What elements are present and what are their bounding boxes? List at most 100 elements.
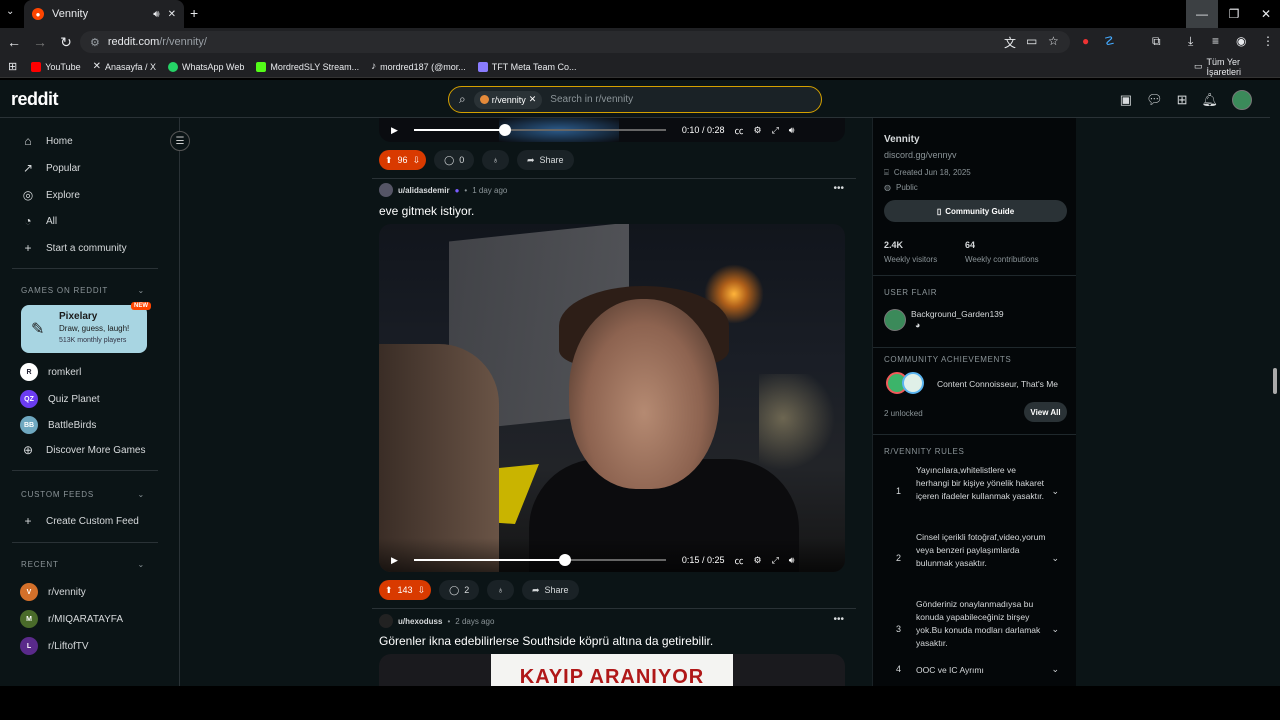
audio-icon[interactable]: 🔊︎ — [153, 9, 159, 20]
captions-icon[interactable]: ㏄ — [734, 124, 743, 137]
chat-icon[interactable]: 💬︎ — [1146, 92, 1163, 108]
bookmark-item[interactable]: ♪ mordred187 (@mor... — [371, 61, 466, 72]
custom-feeds-header[interactable]: CUSTOM FEEDS ⌄ — [21, 490, 145, 499]
sidebar-item-start-community[interactable]: + Start a community — [20, 241, 126, 255]
bookmark-item[interactable]: MordredSLY Stream... — [256, 61, 359, 72]
post-options-icon[interactable]: ••• — [833, 614, 844, 625]
create-post-icon[interactable]: ⊞ — [1177, 92, 1188, 108]
back-icon[interactable]: ← — [2, 34, 26, 50]
extension-icon[interactable]: ☡ — [1104, 34, 1115, 48]
view-all-button[interactable]: View All — [1024, 402, 1067, 422]
settings-icon[interactable]: ⚙ — [753, 555, 761, 566]
upvote-icon[interactable]: ⬆ — [385, 585, 393, 596]
seek-handle[interactable] — [559, 554, 572, 566]
share-button[interactable]: ➦ Share — [521, 580, 579, 600]
volume-icon[interactable]: 🔊︎ — [789, 125, 795, 136]
author-name[interactable]: u/hexoduss — [398, 617, 442, 626]
page-scrollbar[interactable] — [1270, 80, 1280, 686]
video-player[interactable]: ▶ 0:15 / 0:25 ㏄ ⚙ ⤢ 🔊︎ — [379, 224, 845, 572]
video-player[interactable]: ▶ 0:10 / 0:28 ㏄ ⚙ ⤢ 🔊︎ — [379, 118, 845, 142]
reload-icon[interactable]: ↻ — [54, 34, 78, 51]
forward-icon[interactable]: → — [28, 34, 52, 50]
reddit-logo[interactable]: reddit — [11, 89, 59, 110]
rule-item[interactable]: 3 Gönderiniz onaylanmadıysa bu konuda ya… — [884, 598, 1067, 656]
scrollbar-thumb[interactable] — [1273, 368, 1277, 394]
seek-handle[interactable] — [498, 124, 511, 136]
reading-list-icon[interactable]: ≡ — [1212, 34, 1219, 48]
profile-icon[interactable]: ◉ — [1236, 34, 1246, 48]
award-button[interactable]: ♁ — [482, 150, 509, 170]
chevron-down-icon[interactable]: ⌄ — [1051, 624, 1059, 635]
minimize-icon[interactable]: — — [1186, 0, 1218, 28]
fullscreen-icon[interactable]: ⤢ — [772, 125, 779, 136]
bookmark-item[interactable]: YouTube — [31, 61, 81, 72]
close-tab-icon[interactable]: ✕ — [168, 9, 176, 20]
author-avatar[interactable] — [379, 183, 393, 197]
author-name[interactable]: u/alidasdemir — [398, 186, 450, 195]
search-input[interactable]: Search in r/vennity — [550, 94, 633, 105]
fullscreen-icon[interactable]: ⤢ — [772, 555, 779, 566]
flair-username[interactable]: Background_Garden139 — [911, 309, 1004, 319]
recent-item[interactable]: Lr/LiftofTV — [20, 637, 89, 655]
search-bar[interactable]: ⌕ r/vennity ✕ Search in r/vennity — [448, 86, 822, 113]
bookmark-item[interactable]: WhatsApp Web — [168, 61, 244, 72]
captions-icon[interactable]: ㏄ — [734, 554, 743, 567]
browser-tab[interactable]: ● Vennity 🔊︎ ✕ — [24, 0, 184, 28]
author-avatar[interactable] — [379, 614, 393, 628]
post-options-icon[interactable]: ••• — [833, 183, 844, 194]
community-guide-button[interactable]: ▯ Community Guide — [884, 200, 1067, 222]
comments-button[interactable]: ◯ 0 — [434, 150, 475, 170]
sidebar-game-item[interactable]: QZ Quiz Planet — [20, 390, 100, 408]
sidebar-item-all[interactable]: ◔ All — [20, 214, 57, 228]
downvote-icon[interactable]: ⇩ — [413, 155, 421, 166]
download-icon[interactable]: ⤓ — [1188, 34, 1193, 49]
seek-bar[interactable] — [413, 124, 666, 136]
close-window-icon[interactable]: ✕ — [1250, 0, 1280, 28]
site-info-icon[interactable]: ⚙ — [90, 36, 100, 49]
tab-search-icon[interactable]: ⌄ — [6, 6, 14, 17]
upvote-icon[interactable]: ⬆ — [385, 155, 393, 166]
post-image[interactable]: KAYIP ARANIYOR — [379, 654, 845, 686]
advertise-icon[interactable]: ▣ — [1120, 92, 1132, 108]
recent-item[interactable]: Vr/vennity — [20, 583, 86, 601]
search-scope-chip[interactable]: r/vennity ✕ — [473, 90, 543, 109]
sidebar-game-item[interactable]: Rromkerl — [20, 363, 81, 381]
collapse-sidebar-button[interactable]: ☰ — [170, 131, 190, 151]
sidebar-item-popular[interactable]: ↗ Popular — [20, 161, 81, 175]
address-bar[interactable]: ⚙ reddit.com/r/vennity/ — [80, 31, 1070, 53]
restore-icon[interactable]: ❐ — [1218, 0, 1250, 28]
games-section-header[interactable]: GAMES ON REDDIT ⌄ — [21, 286, 145, 295]
user-avatar[interactable] — [1232, 90, 1252, 110]
community-link[interactable]: discord.gg/vennyv — [884, 150, 957, 160]
post-title[interactable]: Görenler ikna edebilirlerse Southside kö… — [379, 634, 713, 648]
chevron-down-icon[interactable]: ⌄ — [1051, 486, 1059, 497]
play-icon[interactable]: ▶ — [391, 125, 398, 136]
apps-icon[interactable]: ⊞ — [8, 60, 17, 73]
bookmark-item[interactable]: ✕ Anasayfa / X — [93, 61, 156, 72]
create-custom-feed[interactable]: + Create Custom Feed — [20, 514, 138, 528]
rule-item[interactable]: 1 Yayıncılara,whitelistlere ve herhangi … — [884, 464, 1067, 522]
bookmark-star-icon[interactable]: ☆ — [1048, 34, 1059, 48]
menu-icon[interactable]: ⋮ — [1262, 34, 1274, 48]
recent-item[interactable]: Mr/MIQARATAYFA — [20, 610, 123, 628]
comments-button[interactable]: ◯ 2 — [439, 580, 480, 600]
cast-icon[interactable]: ▭ — [1026, 34, 1037, 48]
sidebar-item-home[interactable]: ⌂ Home — [20, 134, 72, 148]
pixelary-card[interactable]: ✎ NEW Pixelary Draw, guess, laugh! 513K … — [21, 302, 151, 353]
notifications-icon[interactable]: 🔔︎ — [1201, 92, 1218, 108]
play-icon[interactable]: ▶ — [391, 555, 398, 566]
downvote-icon[interactable]: ⇩ — [418, 585, 426, 596]
sidebar-game-item[interactable]: BB BattleBirds — [20, 416, 96, 434]
rule-item[interactable]: 4 OOC ve IC Ayrımı ⌄ — [884, 664, 1067, 680]
sidebar-game-item[interactable]: ⊕ Discover More Games — [20, 443, 146, 457]
sidebar-item-explore[interactable]: ◎ Explore — [20, 188, 80, 202]
settings-icon[interactable]: ⚙ — [753, 125, 761, 136]
bookmark-item[interactable]: TFT Meta Team Co... — [477, 61, 576, 72]
post-title[interactable]: eve gitmek istiyor. — [379, 204, 474, 218]
extensions-puzzle-icon[interactable]: ⧉ — [1152, 34, 1161, 49]
all-bookmarks[interactable]: ▭ Tüm Yer İşaretleri — [1194, 57, 1268, 77]
award-button[interactable]: ♁ — [487, 580, 514, 600]
share-button[interactable]: ➦ Share — [516, 150, 574, 170]
recent-header[interactable]: RECENT ⌄ — [21, 560, 145, 569]
chevron-down-icon[interactable]: ⌄ — [1051, 553, 1059, 564]
